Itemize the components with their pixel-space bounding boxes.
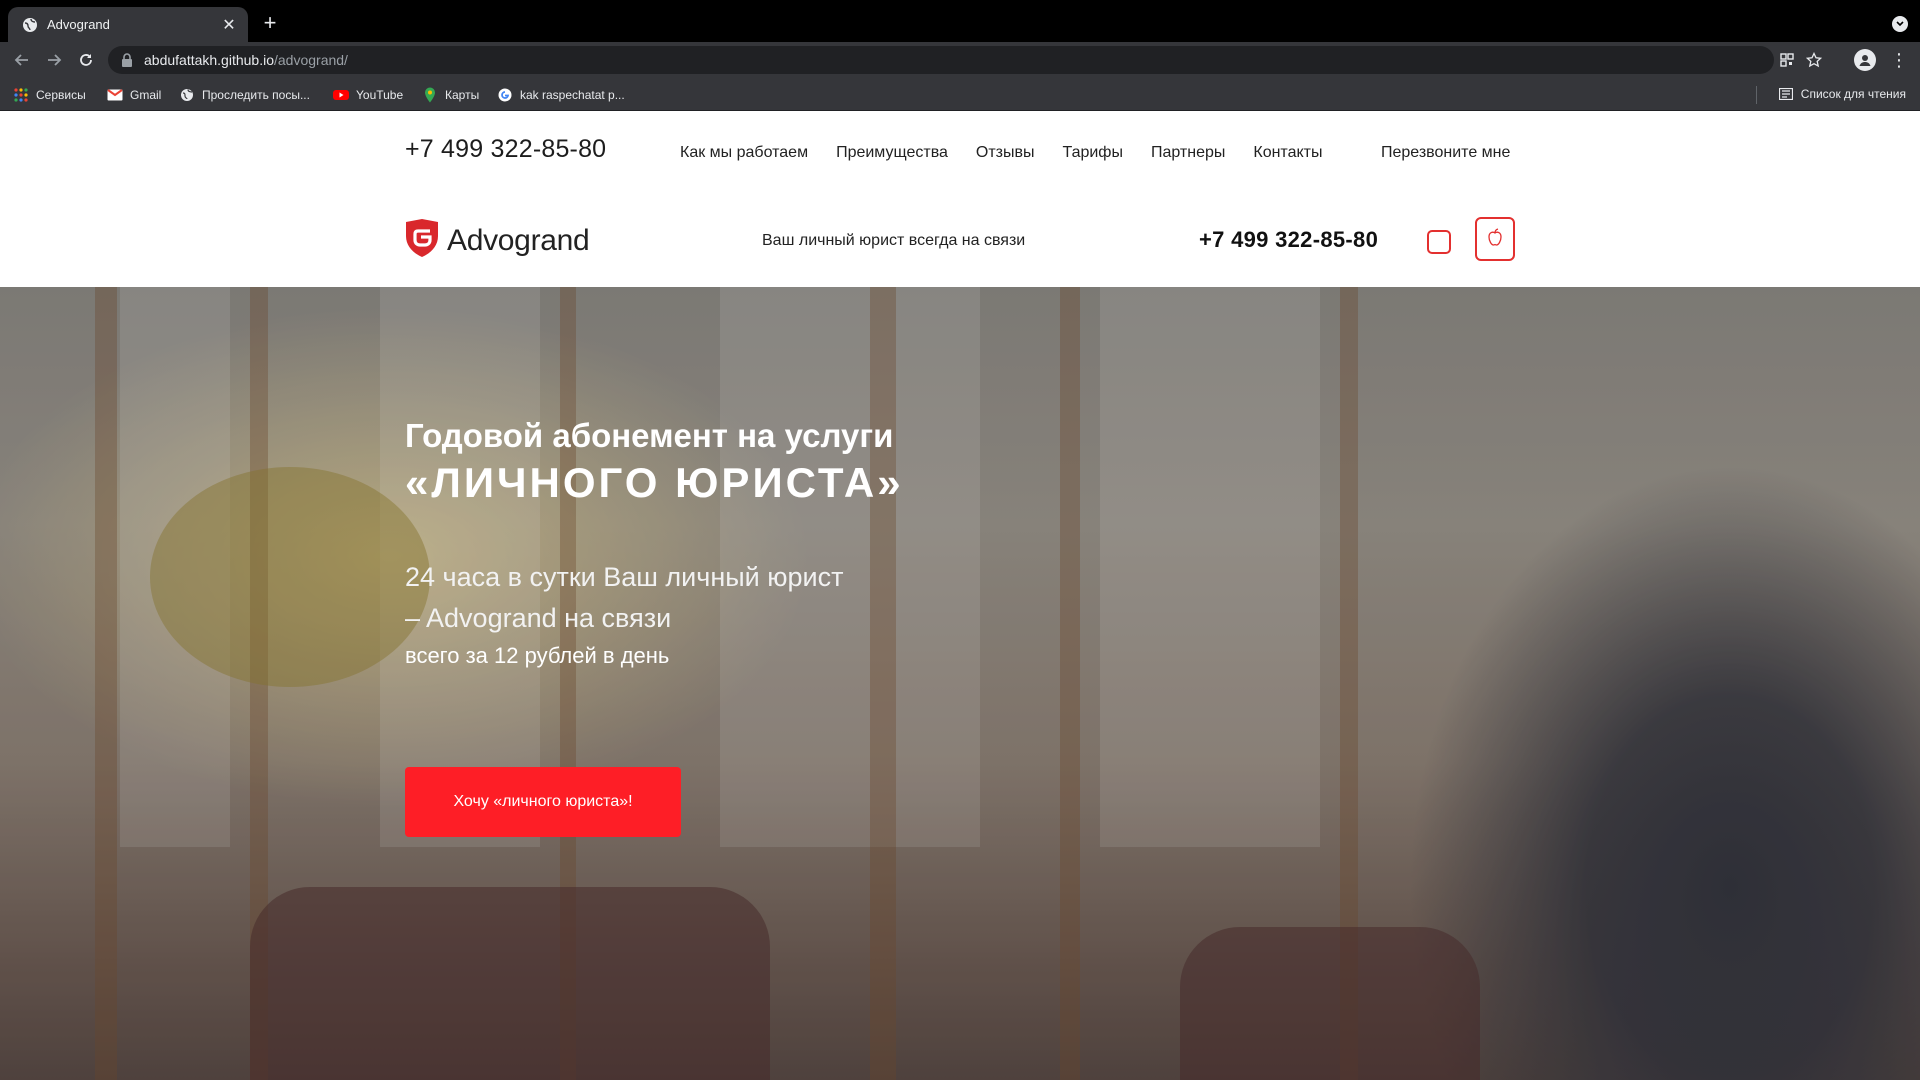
close-icon[interactable]: ✕ <box>220 15 238 35</box>
apple-icon <box>1486 227 1504 252</box>
tagline: Ваш личный юрист всегда на связи <box>762 232 1026 249</box>
nav-contacts[interactable]: Контакты <box>1253 144 1322 162</box>
bookmark-label: kak raspechatat p... <box>520 88 625 102</box>
globe-icon <box>22 17 38 33</box>
reading-list-button[interactable]: Список для чтения <box>1778 86 1906 102</box>
address-bar[interactable]: abdufattakh.github.io/advogrand/ <box>108 46 1822 74</box>
bookmark-label: Карты <box>445 88 480 102</box>
new-tab-button[interactable]: + <box>258 12 282 36</box>
bookmark-google-search[interactable]: kak raspechatat p... <box>497 86 625 104</box>
nav-tariffs[interactable]: Тарифы <box>1063 144 1123 162</box>
browser-tab[interactable]: Advogrand ✕ <box>8 7 248 42</box>
bookmark-maps[interactable]: Карты <box>422 86 479 104</box>
browser-toolbar: abdufattakh.github.io/advogrand/ ⋮ <box>0 42 1920 78</box>
bookmark-label: Gmail <box>130 88 162 102</box>
star-icon[interactable] <box>1805 51 1823 69</box>
top-phone-number[interactable]: +7 499 322-85-80 <box>405 135 606 164</box>
bookmark-youtube[interactable]: YouTube <box>333 86 403 104</box>
logo[interactable]: Advogrand <box>405 219 590 262</box>
reload-icon[interactable] <box>74 48 98 72</box>
qr-code-icon[interactable] <box>1778 51 1796 69</box>
hero-subtitle-line2: – Advogrand на связи <box>405 603 672 633</box>
bookmark-label: Проследить посы... <box>202 88 310 102</box>
url-text[interactable]: abdufattakh.github.io/advogrand/ <box>144 52 348 68</box>
tab-title: Advogrand <box>47 17 110 32</box>
bookmark-label: Сервисы <box>36 88 86 102</box>
browser-tabstrip: Advogrand ✕ + <box>0 0 1920 42</box>
url-host: abdufattakh.github.io <box>144 52 274 68</box>
hero-overlay <box>0 287 1920 1080</box>
page-content: +7 499 322-85-80 Как мы работаем Преимущ… <box>0 111 1920 1080</box>
bookmark-gmail[interactable]: Gmail <box>107 86 161 104</box>
browser-menu-icon[interactable]: ⋮ <box>1890 48 1908 72</box>
back-icon[interactable] <box>10 48 34 72</box>
logo-text: Advogrand <box>447 223 590 257</box>
hero-title-line2: «ЛИЧНОГО ЮРИСТА» <box>405 459 904 506</box>
bookmark-services[interactable]: Сервисы <box>13 86 86 104</box>
hero-title-line1: Годовой абонемент на услуги <box>405 417 894 454</box>
header-phone-number[interactable]: +7 499 322-85-80 <box>1199 227 1378 253</box>
profile-avatar-icon[interactable] <box>1854 49 1876 71</box>
hero-subtitle-line1: 24 часа в сутки Ваш личный юрист <box>405 562 844 592</box>
hero-section: Годовой абонемент на услуги «ЛИЧНОГО ЮРИ… <box>0 287 1920 1080</box>
nav-reviews[interactable]: Отзывы <box>976 144 1035 162</box>
lock-icon[interactable] <box>120 53 134 67</box>
messenger-button[interactable] <box>1427 230 1451 254</box>
brand-header: Advogrand Ваш личный юрист всегда на свя… <box>0 197 1920 287</box>
url-path: /advogrand/ <box>274 52 348 68</box>
top-bar: +7 499 322-85-80 Как мы работаем Преимущ… <box>0 111 1920 197</box>
maps-pin-icon <box>422 87 438 103</box>
gmail-icon <box>107 87 123 103</box>
youtube-icon <box>333 87 349 103</box>
tab-search-icon[interactable] <box>1892 16 1908 32</box>
google-icon <box>497 87 513 103</box>
nav-how-we-work[interactable]: Как мы работаем <box>680 144 808 162</box>
nav-partners[interactable]: Партнеры <box>1151 144 1225 162</box>
app-store-button[interactable] <box>1475 217 1515 261</box>
shield-logo-icon <box>405 219 439 262</box>
bookmarks-bar: Сервисы Gmail Проследить посы... YouTube… <box>0 78 1920 111</box>
nav-advantages[interactable]: Преимущества <box>836 144 948 162</box>
main-nav: Как мы работаем Преимущества Отзывы Тари… <box>680 144 1350 162</box>
reading-list-label: Список для чтения <box>1800 87 1906 101</box>
globe-icon <box>179 87 195 103</box>
bookmark-label: YouTube <box>356 88 404 102</box>
bookmarks-separator <box>1756 86 1757 104</box>
forward-icon[interactable] <box>42 48 66 72</box>
cta-button[interactable]: Хочу «личного юриста»! <box>405 767 681 837</box>
callback-link[interactable]: Перезвоните мне <box>1381 144 1510 162</box>
reading-list-icon <box>1778 86 1794 102</box>
bookmark-tracking[interactable]: Проследить посы... <box>179 86 310 104</box>
hero-subtitle-line3: всего за 12 рублей в день <box>405 643 670 668</box>
apps-grid-icon <box>13 87 29 103</box>
